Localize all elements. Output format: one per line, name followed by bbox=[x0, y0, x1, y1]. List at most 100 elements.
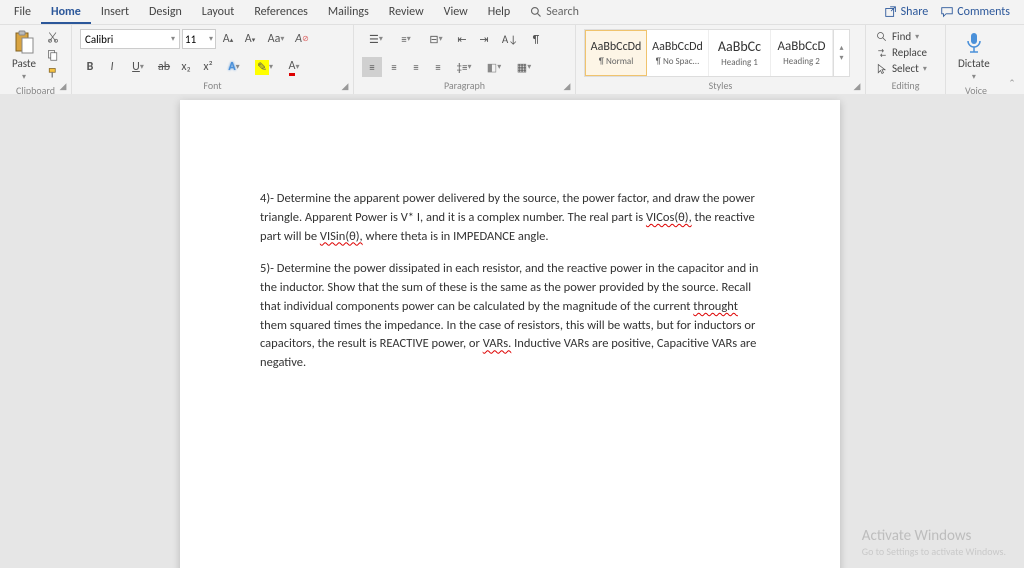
highlight-button[interactable]: ✎▾ bbox=[250, 57, 278, 77]
italic-button[interactable]: I bbox=[102, 57, 122, 77]
multilevel-list-button[interactable]: ⊟▾ bbox=[422, 29, 450, 49]
search-label: Search bbox=[546, 0, 579, 24]
line-spacing-button[interactable]: ‡≡▾ bbox=[450, 57, 478, 77]
format-painter-button[interactable] bbox=[44, 65, 62, 81]
font-name-value: Calibri bbox=[85, 33, 113, 46]
ribbon-collapse-button[interactable]: ⌃ bbox=[1006, 77, 1018, 89]
styles-gallery[interactable]: AaBbCcDd ¶ Normal AaBbCcDd ¶ No Spac... … bbox=[584, 29, 850, 77]
share-button[interactable]: Share bbox=[884, 5, 929, 19]
watermark-subtitle: Go to Settings to activate Windows. bbox=[862, 545, 1006, 558]
style-no-spacing[interactable]: AaBbCcDd ¶ No Spac... bbox=[647, 30, 709, 76]
replace-icon bbox=[876, 47, 888, 59]
dictate-label: Dictate bbox=[958, 57, 990, 70]
strikethrough-button[interactable]: ab bbox=[154, 57, 174, 77]
style-preview: AaBbCcDd bbox=[652, 40, 703, 54]
text-effects-button[interactable]: A▾ bbox=[220, 57, 248, 77]
justify-button[interactable]: ≡ bbox=[428, 57, 448, 77]
tab-view[interactable]: View bbox=[434, 0, 478, 24]
align-right-button[interactable]: ≡ bbox=[406, 57, 426, 77]
font-size-value: 11 bbox=[185, 33, 196, 46]
tab-references[interactable]: References bbox=[244, 0, 318, 24]
document-page[interactable]: 4)- Determine the apparent power deliver… bbox=[180, 100, 840, 568]
style-name: Heading 1 bbox=[721, 57, 758, 68]
tab-review[interactable]: Review bbox=[379, 0, 434, 24]
spell-error[interactable]: VARs. bbox=[483, 336, 512, 351]
change-case-button[interactable]: Aa▾ bbox=[262, 29, 290, 49]
subscript-button[interactable]: x₂ bbox=[176, 57, 196, 77]
bullets-button[interactable]: ☰▾ bbox=[362, 29, 390, 49]
style-heading1[interactable]: AaBbCc Heading 1 bbox=[709, 30, 771, 76]
sort-button[interactable]: A↓ bbox=[496, 29, 524, 49]
activate-windows-watermark: Activate Windows Go to Settings to activ… bbox=[862, 527, 1006, 558]
style-name: ¶ No Spac... bbox=[656, 56, 700, 67]
clear-formatting-button[interactable]: A⊘ bbox=[292, 29, 312, 49]
align-left-button[interactable]: ≡ bbox=[362, 57, 382, 77]
font-name-select[interactable]: Calibri ▾ bbox=[80, 29, 180, 49]
document-workspace[interactable]: 4)- Determine the apparent power deliver… bbox=[0, 94, 1024, 568]
tab-mailings[interactable]: Mailings bbox=[318, 0, 379, 24]
replace-button[interactable]: Replace bbox=[874, 45, 929, 60]
editing-group-label: Editing bbox=[874, 79, 937, 94]
paragraph-5[interactable]: 5)- Determine the power dissipated in ea… bbox=[260, 260, 760, 373]
style-heading2[interactable]: AaBbCcD Heading 2 bbox=[771, 30, 833, 76]
comments-label: Comments bbox=[957, 5, 1010, 19]
search-icon bbox=[530, 6, 542, 18]
chevron-down-icon: ▾ bbox=[972, 72, 976, 82]
search-button[interactable]: Search bbox=[520, 0, 589, 24]
document-body[interactable]: 4)- Determine the apparent power deliver… bbox=[260, 190, 760, 373]
paragraph-group-label: Paragraph bbox=[362, 79, 567, 94]
find-label: Find bbox=[892, 30, 911, 43]
font-group-label: Font bbox=[80, 79, 345, 94]
tab-insert[interactable]: Insert bbox=[91, 0, 139, 24]
comments-button[interactable]: Comments bbox=[940, 5, 1010, 19]
clipboard-launcher[interactable]: ◢ bbox=[57, 80, 69, 92]
increase-indent-button[interactable]: ⇥ bbox=[474, 29, 494, 49]
chevron-down-icon: ▾ bbox=[22, 72, 26, 82]
tab-file[interactable]: File bbox=[4, 0, 41, 24]
font-size-select[interactable]: 11▾ bbox=[182, 29, 216, 49]
cursor-icon bbox=[876, 63, 888, 75]
paragraph-4[interactable]: 4)- Determine the apparent power deliver… bbox=[260, 190, 760, 246]
dictate-button[interactable]: Dictate ▾ bbox=[954, 29, 994, 84]
text-run: where theta is in IMPEDANCE angle. bbox=[363, 229, 549, 244]
superscript-button[interactable]: x² bbox=[198, 57, 218, 77]
spell-error[interactable]: throught bbox=[693, 299, 738, 314]
style-preview: AaBbCc bbox=[718, 38, 761, 55]
style-preview: AaBbCcD bbox=[777, 39, 825, 54]
watermark-title: Activate Windows bbox=[862, 527, 1006, 545]
find-button[interactable]: Find▾ bbox=[874, 29, 929, 44]
copy-icon bbox=[47, 49, 59, 61]
style-normal[interactable]: AaBbCcDd ¶ Normal bbox=[585, 30, 647, 76]
shading-button[interactable]: ◧▾ bbox=[480, 57, 508, 77]
copy-button[interactable] bbox=[44, 47, 62, 63]
show-marks-button[interactable]: ¶ bbox=[526, 29, 546, 49]
tab-design[interactable]: Design bbox=[139, 0, 192, 24]
font-color-button[interactable]: A▾ bbox=[280, 57, 308, 77]
bold-button[interactable]: B bbox=[80, 57, 100, 77]
numbering-button[interactable]: ≡▾ bbox=[392, 29, 420, 49]
replace-label: Replace bbox=[892, 46, 927, 59]
shrink-font-button[interactable]: A▾ bbox=[240, 29, 260, 49]
decrease-indent-button[interactable]: ⇤ bbox=[452, 29, 472, 49]
underline-button[interactable]: U▾ bbox=[124, 57, 152, 77]
styles-more-button[interactable]: ▴▾ bbox=[833, 30, 849, 76]
spell-error[interactable]: VICos(θ), bbox=[646, 210, 692, 225]
tab-help[interactable]: Help bbox=[478, 0, 521, 24]
chevron-down-icon: ▾ bbox=[171, 34, 175, 44]
select-button[interactable]: Select▾ bbox=[874, 61, 929, 76]
grow-font-button[interactable]: A▴ bbox=[218, 29, 238, 49]
cut-icon bbox=[47, 31, 59, 43]
font-launcher[interactable]: ◢ bbox=[339, 80, 351, 92]
paste-label: Paste bbox=[12, 57, 36, 70]
tab-home[interactable]: Home bbox=[41, 0, 91, 24]
borders-button[interactable]: ▦▾ bbox=[510, 57, 538, 77]
tab-layout[interactable]: Layout bbox=[192, 0, 245, 24]
align-center-button[interactable]: ≡ bbox=[384, 57, 404, 77]
styles-launcher[interactable]: ◢ bbox=[851, 80, 863, 92]
paragraph-launcher[interactable]: ◢ bbox=[561, 80, 573, 92]
text-run: 5)- Determine the power dissipated in ea… bbox=[260, 261, 758, 314]
style-name: ¶ Normal bbox=[599, 56, 634, 67]
cut-button[interactable] bbox=[44, 29, 62, 45]
paste-button[interactable]: Paste ▾ bbox=[8, 29, 40, 84]
spell-error[interactable]: VISin(θ), bbox=[320, 229, 363, 244]
